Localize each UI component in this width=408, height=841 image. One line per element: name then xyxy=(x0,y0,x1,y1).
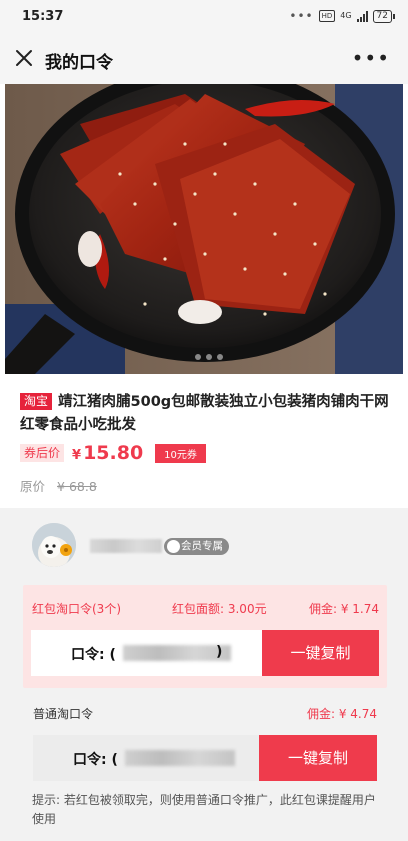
after-coupon-label: 券后价 xyxy=(20,444,65,462)
code-close-paren: ) xyxy=(216,644,223,660)
page-title: 我的口令 xyxy=(45,53,113,73)
page-header: 我的口令 ••• xyxy=(0,34,408,84)
check-icon xyxy=(167,540,180,553)
red-envelope-name: 红包淘口令(3个) xyxy=(32,602,121,616)
avatar xyxy=(32,523,76,567)
product-title: 淘宝 靖江猪肉脯500g包邮散装独立小包装猪肉铺肉干网红零食品小吃批发 xyxy=(20,391,392,437)
normal-copy-button[interactable]: 一键复制 xyxy=(259,735,377,781)
price-row: 券后价 ¥15.80 10元券 xyxy=(20,442,206,464)
status-bar: 15:37 ••• HD 4G 72 xyxy=(0,0,408,34)
coupon-badge: 10元券 xyxy=(155,443,206,463)
original-price: 原价 ¥ 68.8 xyxy=(20,479,97,494)
red-envelope-commission: 佣金: ¥ 1.74 xyxy=(308,602,379,616)
normal-code-commission: 佣金: ¥ 4.74 xyxy=(306,707,377,721)
carousel-indicator xyxy=(195,354,223,360)
battery-icon: 72 xyxy=(372,9,396,23)
red-envelope-amount: 红包面额: 3.00元 xyxy=(172,602,267,616)
status-time: 15:37 xyxy=(22,9,64,24)
platform-tag: 淘宝 xyxy=(20,393,53,410)
normal-code-name: 普通淘口令 xyxy=(33,707,94,721)
network-type: 4G xyxy=(340,11,352,20)
code-value-blurred xyxy=(125,750,235,766)
red-envelope-code-field[interactable]: 口令: ( ) xyxy=(31,630,262,676)
red-envelope-copy-button[interactable]: 一键复制 xyxy=(262,630,379,676)
product-image xyxy=(5,84,403,374)
code-label: 口令: ( xyxy=(71,647,116,663)
code-label: 口令: ( xyxy=(73,752,118,768)
member-badge: 会员专属 xyxy=(164,538,229,555)
status-icons: ••• HD 4G 72 xyxy=(289,9,396,23)
close-icon[interactable] xyxy=(14,48,34,68)
more-options-icon[interactable]: ••• xyxy=(352,46,390,70)
notification-dots-icon: ••• xyxy=(289,9,314,23)
coupon-price: ¥15.80 xyxy=(72,442,144,464)
product-title-text: 靖江猪肉脯500g包邮散装独立小包装猪肉铺肉干网红零食品小吃批发 xyxy=(20,394,389,433)
hd-icon: HD xyxy=(318,10,336,22)
normal-code-field[interactable]: 口令: ( xyxy=(33,735,259,781)
signal-icon xyxy=(356,10,368,22)
code-value-blurred xyxy=(123,645,231,661)
tip-text: 提示: 若红包被领取完，则使用普通口令推广，此红包课提醒用户使用 xyxy=(32,793,376,826)
user-name-blurred xyxy=(90,539,162,553)
